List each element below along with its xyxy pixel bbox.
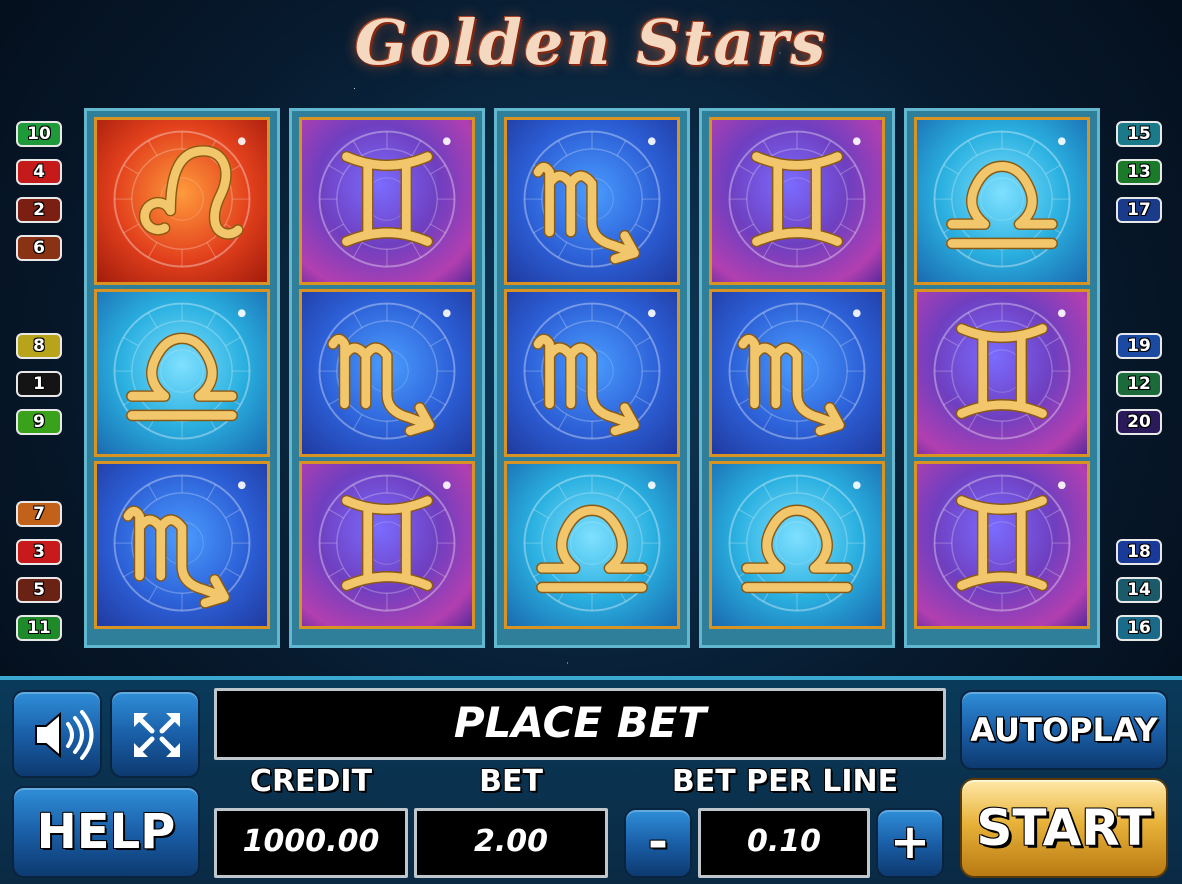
gemini-icon	[728, 130, 866, 268]
credit-value: 1000.00	[242, 824, 380, 859]
minus-label: -	[648, 814, 668, 870]
payline-badge[interactable]: 7	[16, 501, 62, 527]
payline-badge[interactable]: 13	[1116, 159, 1162, 185]
reel-1	[84, 108, 280, 648]
payline-badge[interactable]: 1	[16, 371, 62, 397]
increase-bet-button[interactable]: +	[876, 808, 944, 878]
payline-badge[interactable]: 3	[16, 539, 62, 565]
gemini-symbol	[299, 117, 475, 285]
libra-icon	[728, 474, 866, 612]
libra-symbol	[914, 117, 1090, 285]
credit-caption: CREDIT	[249, 764, 373, 799]
payline-badge[interactable]: 16	[1116, 615, 1162, 641]
payline-badge[interactable]: 11	[16, 615, 62, 641]
gemini-symbol	[709, 117, 885, 285]
payline-badge[interactable]: 14	[1116, 577, 1162, 603]
bet-caption: BET	[479, 764, 543, 799]
scorpio-symbol	[504, 289, 680, 457]
bet-display: 2.00	[414, 808, 608, 878]
control-panel: HELP PLACE BET CREDIT BET BET PER LINE 1…	[0, 676, 1182, 884]
leo-icon	[113, 130, 251, 268]
payline-badge[interactable]: 4	[16, 159, 62, 185]
payline-badge[interactable]: 19	[1116, 333, 1162, 359]
scorpio-icon	[728, 302, 866, 440]
bet-per-line-value: 0.10	[746, 824, 822, 859]
bet-per-line-caption: BET PER LINE	[671, 764, 899, 799]
gemini-icon	[933, 302, 1071, 440]
fullscreen-button[interactable]	[110, 690, 200, 778]
payline-badge[interactable]: 20	[1116, 409, 1162, 435]
reels-area	[84, 108, 1100, 648]
gemini-icon	[933, 474, 1071, 612]
payline-badge[interactable]: 6	[16, 235, 62, 261]
scorpio-symbol	[299, 289, 475, 457]
start-button[interactable]: START	[960, 778, 1168, 878]
payline-badge[interactable]: 17	[1116, 197, 1162, 223]
bet-per-line-display: 0.10	[698, 808, 870, 878]
autoplay-label: AUTOPLAY	[970, 711, 1158, 749]
payline-badge[interactable]: 12	[1116, 371, 1162, 397]
payline-badge[interactable]: 9	[16, 409, 62, 435]
payline-badge[interactable]: 8	[16, 333, 62, 359]
speaker-icon	[35, 710, 94, 760]
gemini-symbol	[914, 289, 1090, 457]
game-title: Golden Stars	[354, 6, 828, 79]
libra-icon	[113, 302, 251, 440]
reel-4	[699, 108, 895, 648]
gemini-icon	[318, 130, 456, 268]
libra-icon	[933, 130, 1071, 268]
decrease-bet-button[interactable]: -	[624, 808, 692, 878]
libra-symbol	[504, 461, 680, 629]
autoplay-button[interactable]: AUTOPLAY	[960, 690, 1168, 770]
libra-symbol	[94, 289, 270, 457]
gemini-symbol	[914, 461, 1090, 629]
message-display: PLACE BET	[214, 688, 946, 760]
help-label: HELP	[36, 804, 176, 860]
scorpio-icon	[523, 130, 661, 268]
bet-value: 2.00	[473, 824, 549, 859]
fullscreen-arrows-icon	[134, 713, 180, 757]
reel-2	[289, 108, 485, 648]
gemini-icon	[318, 474, 456, 612]
scorpio-symbol	[709, 289, 885, 457]
payline-badge[interactable]: 2	[16, 197, 62, 223]
reel-5	[904, 108, 1100, 648]
payline-badge[interactable]: 18	[1116, 539, 1162, 565]
libra-symbol	[709, 461, 885, 629]
credit-display: 1000.00	[214, 808, 408, 878]
scorpio-symbol	[94, 461, 270, 629]
payline-badge[interactable]: 10	[16, 121, 62, 147]
reel-3	[494, 108, 690, 648]
plus-label: +	[889, 814, 931, 870]
payline-badge[interactable]: 15	[1116, 121, 1162, 147]
help-button[interactable]: HELP	[12, 786, 200, 878]
scorpio-icon	[523, 302, 661, 440]
payline-badge[interactable]: 5	[16, 577, 62, 603]
scorpio-icon	[113, 474, 251, 612]
gemini-symbol	[299, 461, 475, 629]
sound-button[interactable]	[12, 690, 102, 778]
leo-symbol	[94, 117, 270, 285]
start-label: START	[976, 799, 1152, 857]
libra-icon	[523, 474, 661, 612]
scorpio-symbol	[504, 117, 680, 285]
scorpio-icon	[318, 302, 456, 440]
message-text: PLACE BET	[453, 698, 707, 747]
